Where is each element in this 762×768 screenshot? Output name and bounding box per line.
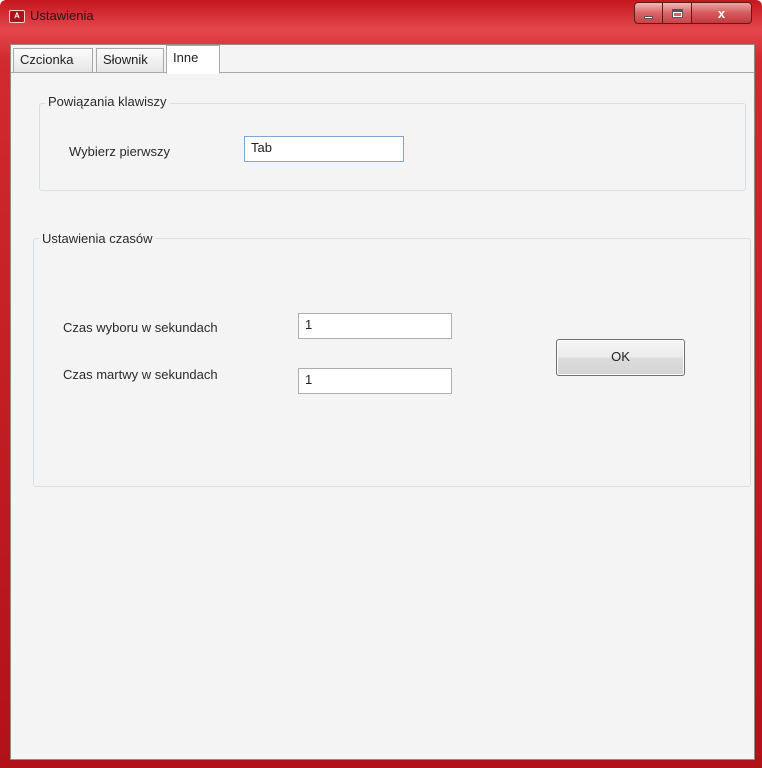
tab-strip: Czcionka Słownik Inne	[11, 45, 754, 74]
title-bar[interactable]: Ａ Ustawienia x	[0, 0, 762, 36]
first-key-label: Wybierz pierwszy	[69, 144, 171, 159]
dead-time-input[interactable]: 1	[298, 368, 452, 394]
choice-time-label: Czas wyboru w sekundach	[63, 320, 218, 335]
client-area: Czcionka Słownik Inne Powiązania klawisz…	[10, 44, 755, 760]
first-key-input[interactable]: Tab	[244, 136, 404, 162]
close-button[interactable]: x	[692, 2, 752, 24]
maximize-icon	[671, 8, 683, 18]
close-icon: x	[717, 5, 726, 21]
ok-button[interactable]: OK	[556, 339, 685, 376]
tab-slownik[interactable]: Słownik	[96, 48, 164, 73]
caption-buttons: x	[634, 2, 756, 24]
tab-strip-divider	[11, 72, 754, 73]
choice-time-input[interactable]: 1	[298, 313, 452, 339]
minimize-button[interactable]	[634, 2, 663, 24]
tab-czcionka[interactable]: Czcionka	[13, 48, 93, 73]
tab-inne[interactable]: Inne	[166, 45, 220, 74]
dead-time-label: Czas martwy w sekundach	[63, 367, 218, 382]
maximize-button[interactable]	[663, 2, 692, 24]
app-icon[interactable]: Ａ	[9, 10, 25, 23]
window-title: Ustawienia	[30, 8, 94, 23]
time-settings-legend: Ustawienia czasów	[39, 231, 156, 246]
minimize-icon	[644, 15, 653, 19]
settings-window: Ａ Ustawienia x Czcionka Słownik Inne Pow…	[0, 0, 762, 768]
key-bindings-legend: Powiązania klawiszy	[45, 94, 170, 109]
